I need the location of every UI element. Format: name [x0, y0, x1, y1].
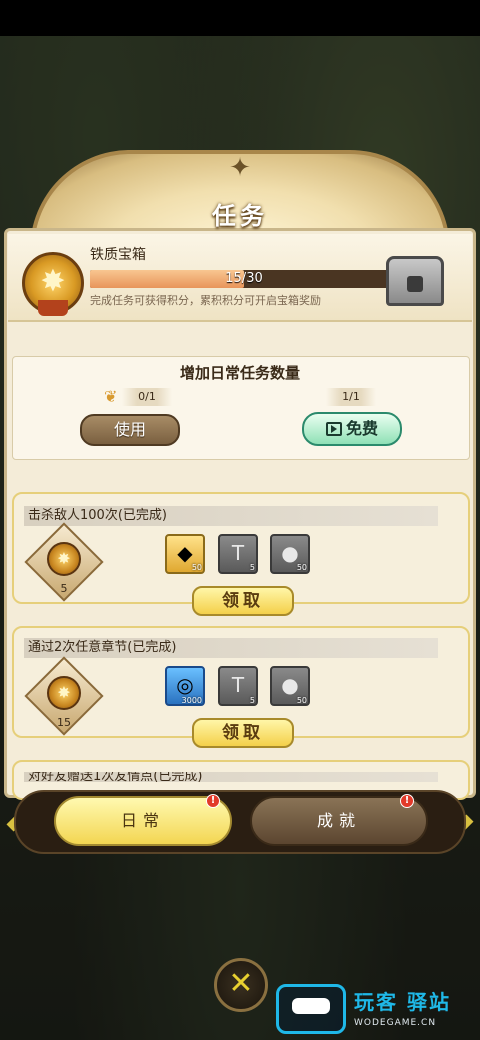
- reward-qty: 3000: [181, 696, 202, 705]
- chest-lock-icon: [407, 276, 423, 292]
- watermark-subtitle: WODEGAME.CN: [354, 1018, 437, 1028]
- task-name: 对好友赠送1次友情点(已完成): [24, 772, 438, 782]
- video-icon: [325, 422, 342, 436]
- tab-daily[interactable]: 日常: [54, 796, 232, 846]
- chest-progress-text: 15/30: [225, 271, 263, 286]
- reward-qty: 50: [296, 563, 307, 572]
- reward-qty: 5: [249, 563, 255, 572]
- claim-button[interactable]: 领取: [192, 586, 294, 616]
- task-name: 通过2次任意章节(已完成): [24, 638, 438, 658]
- close-button[interactable]: ✕: [214, 958, 268, 1012]
- watermark-eyes: [292, 998, 330, 1014]
- task-name: 击杀敌人100次(已完成): [24, 506, 438, 526]
- ribbon-icon: [38, 300, 68, 316]
- add-tasks-title: 增加日常任务数量: [179, 364, 300, 382]
- notification-badge: !: [206, 794, 220, 808]
- free-count: 1/1: [326, 388, 376, 406]
- use-button[interactable]: 使用: [80, 414, 180, 446]
- free-button[interactable]: 免费: [302, 412, 402, 446]
- task-points: 5: [60, 582, 68, 595]
- points-medal-icon: ✸: [47, 542, 81, 576]
- watermark-title: 玩客 驿站: [354, 990, 451, 1014]
- claim-button[interactable]: 领取: [192, 718, 294, 748]
- use-count: 0/1: [122, 388, 172, 406]
- notification-badge: !: [400, 794, 414, 808]
- task-points: 15: [57, 716, 71, 729]
- compass-ornament-icon: ✦: [229, 153, 251, 183]
- chest-description: 完成任务可获得积分，累积积分可开启宝箱奖励: [90, 294, 321, 307]
- free-label: 免费: [345, 419, 378, 438]
- reward-qty: 5: [249, 696, 255, 705]
- reward-qty: 50: [191, 563, 202, 572]
- reward-qty: 50: [296, 696, 307, 705]
- points-medal-icon: ✸: [47, 676, 81, 710]
- status-bar: [0, 0, 480, 36]
- chest-name: 铁质宝箱: [90, 247, 146, 263]
- panel-title: 任务: [212, 202, 268, 230]
